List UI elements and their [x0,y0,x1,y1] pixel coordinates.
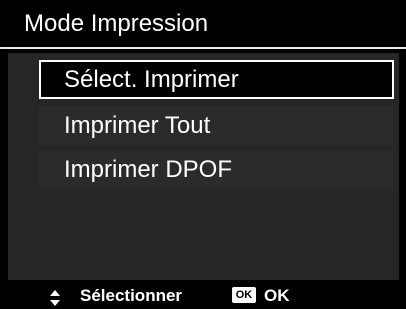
menu-item-select-print[interactable]: Sélect. Imprimer [39,60,394,99]
menu-item-print-dpof[interactable]: Imprimer DPOF [39,150,394,189]
camera-print-mode-screen: Mode Impression Sélect. Imprimer Imprime… [0,0,406,309]
page-title: Mode Impression [24,10,209,37]
header: Mode Impression [0,0,406,47]
menu-item-print-all[interactable]: Imprimer Tout [39,106,394,145]
footer-hint-bar: Sélectionner OK OK [0,281,406,309]
ok-button-icon: OK [232,287,256,303]
up-down-arrows-icon [50,287,60,306]
ok-hint-label: OK [264,286,290,305]
header-divider [0,47,406,49]
navigate-hint-label: Sélectionner [80,286,183,305]
